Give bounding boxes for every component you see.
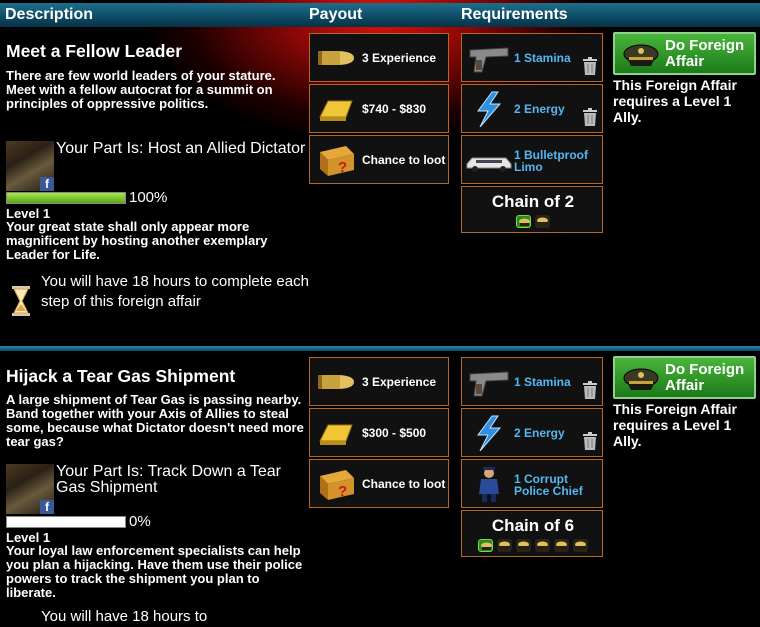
requirement-label: 1 Bulletproof Limo: [514, 148, 588, 174]
svg-text:?: ?: [338, 159, 347, 176]
requirement-label: 1 Stamina: [514, 51, 571, 65]
trash-icon[interactable]: [582, 107, 598, 127]
chain-step-cap-icon: [478, 539, 493, 552]
progress-bar: [6, 192, 126, 204]
affair-title: Hijack a Tear Gas Shipment: [6, 366, 236, 386]
payout-loot: ? Chance to loot: [309, 459, 449, 508]
header-description: Description: [5, 6, 94, 23]
police-chief-icon: [479, 467, 499, 502]
requirement-item: 1 Corrupt Police Chief: [461, 459, 603, 508]
chain-box: Chain of 6: [461, 510, 603, 557]
facebook-icon[interactable]: f: [40, 500, 54, 514]
payout-label: 3 Experience: [362, 51, 437, 65]
payout-experience: 3 Experience: [309, 357, 449, 406]
progress-percent: 100%: [129, 189, 168, 206]
timer-text: You will have 18 hours to complete each …: [41, 273, 309, 310]
button-label: Do Foreign Affair: [665, 361, 745, 394]
part-label: Your Part Is: Host an Allied Dictator: [56, 140, 306, 157]
part-thumbnail: f: [6, 141, 54, 191]
requirement-item: 1 Bulletproof Limo: [461, 135, 603, 184]
progress-fill: [7, 193, 125, 203]
chain-step-cap-icon: [497, 539, 512, 552]
payout-experience: 3 Experience: [309, 33, 449, 82]
affair-description: A large shipment of Tear Gas is passing …: [6, 392, 304, 449]
svg-text:?: ?: [338, 483, 347, 500]
requirement-label: 1 Stamina: [514, 375, 571, 389]
mystery-crate-icon: ?: [320, 470, 354, 500]
do-foreign-affair-button[interactable]: Do Foreign Affair: [613, 356, 756, 399]
requirement-label: 2 Energy: [514, 426, 565, 440]
payout-label: $740 - $830: [362, 102, 427, 116]
payout-money: $740 - $830: [309, 84, 449, 133]
requirement-stamina: 1 Stamina: [461, 357, 603, 406]
chain-box: Chain of 2: [461, 186, 603, 233]
payout-label: 3 Experience: [362, 375, 437, 389]
lightning-icon: [477, 415, 502, 451]
trash-icon[interactable]: [582, 431, 598, 451]
pistol-icon: [469, 47, 509, 73]
affair-title: Meet a Fellow Leader: [6, 41, 183, 61]
column-header-bar: Description Payout Requirements: [0, 3, 760, 27]
chain-step-icons: [462, 539, 604, 552]
header-payout: Payout: [309, 6, 363, 23]
row-divider: [0, 346, 760, 351]
requirement-stamina: 1 Stamina: [461, 33, 603, 82]
requirement-label: 1 Corrupt Police Chief: [514, 472, 583, 498]
ally-requirement-note: This Foreign Affair requires a Level 1 A…: [613, 401, 737, 449]
bullet-icon: [318, 375, 354, 389]
payout-label: Chance to loot: [362, 153, 446, 167]
ally-requirement-note: This Foreign Affair requires a Level 1 A…: [613, 77, 737, 125]
military-cap-icon: [623, 368, 659, 390]
bullet-icon: [318, 51, 354, 65]
requirement-energy: 2 Energy: [461, 84, 603, 133]
payout-label: $300 - $500: [362, 426, 427, 440]
button-label: Do Foreign Affair: [665, 37, 745, 70]
hourglass-icon: [12, 286, 30, 316]
part-label: Your Part Is: Track Down a Tear Gas Ship…: [56, 463, 281, 496]
military-cap-icon: [623, 44, 659, 66]
part-thumbnail: f: [6, 464, 54, 514]
chain-step-cap-icon: [535, 539, 550, 552]
facebook-icon[interactable]: f: [40, 177, 54, 191]
timer-text: You will have 18 hours to: [41, 608, 208, 625]
header-requirements: Requirements: [461, 6, 568, 23]
chain-step-cap-icon: [573, 539, 588, 552]
trash-icon[interactable]: [582, 56, 598, 76]
payout-label: Chance to loot: [362, 477, 446, 491]
trash-icon[interactable]: [582, 380, 598, 400]
gold-bar-icon: [319, 100, 353, 121]
limo-icon: [466, 157, 512, 172]
lightning-icon: [477, 91, 502, 127]
level-description: Your great state shall only appear more …: [6, 219, 268, 262]
chain-label: Chain of 6: [491, 516, 575, 535]
payout-money: $300 - $500: [309, 408, 449, 457]
progress-percent: 0%: [129, 513, 151, 530]
progress-bar: [6, 516, 126, 528]
mystery-crate-icon: ?: [320, 146, 354, 176]
payout-loot: ? Chance to loot: [309, 135, 449, 184]
do-foreign-affair-button[interactable]: Do Foreign Affair: [613, 32, 756, 75]
chain-step-icons: [462, 215, 604, 228]
affair-description: There are few world leaders of your stat…: [6, 68, 276, 111]
pistol-icon: [469, 371, 509, 397]
chain-step-cap-icon: [516, 539, 531, 552]
chain-step-cap-icon: [535, 215, 550, 228]
requirement-label: 2 Energy: [514, 102, 565, 116]
requirement-energy: 2 Energy: [461, 408, 603, 457]
chain-label: Chain of 2: [491, 192, 575, 211]
gold-bar-icon: [319, 424, 353, 445]
chain-step-cap-icon: [554, 539, 569, 552]
chain-step-cap-icon: [516, 215, 531, 228]
level-description: Your loyal law enforcement specialists c…: [6, 543, 303, 600]
